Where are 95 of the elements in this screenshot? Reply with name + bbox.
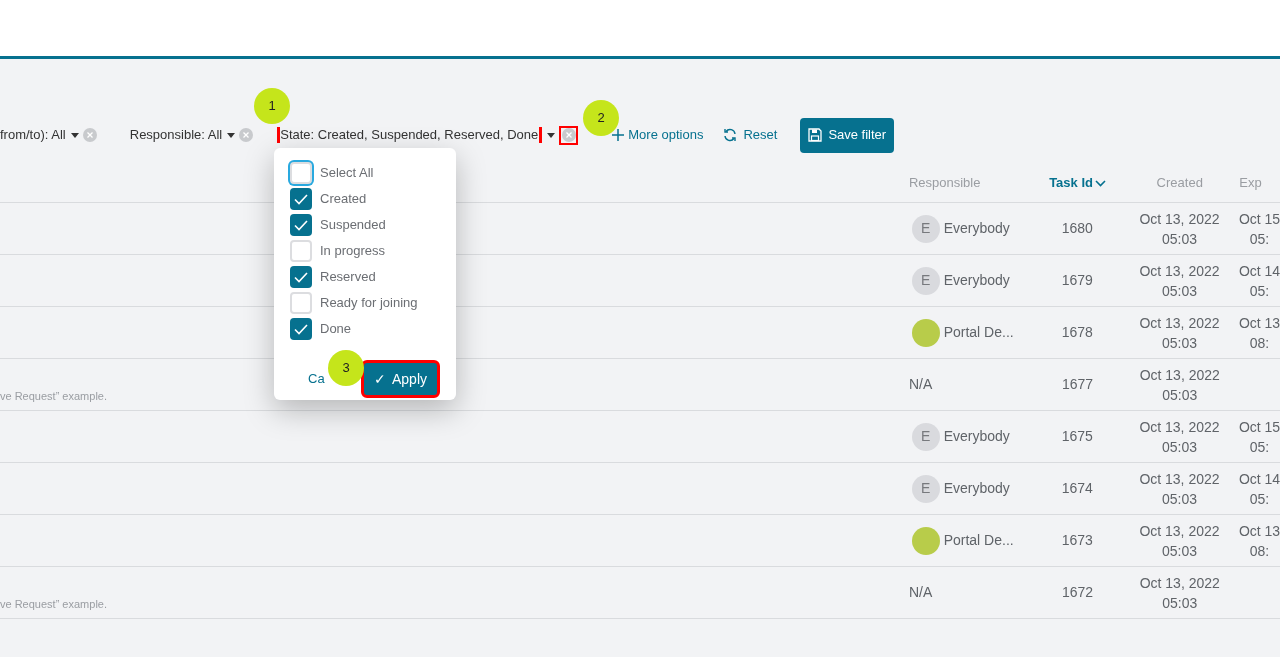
task-id: 1675	[1061, 428, 1093, 444]
created-date: 05:03	[1161, 541, 1197, 561]
expiry-date: 05:	[1249, 437, 1270, 457]
photo-placeholder	[911, 318, 940, 347]
checkbox-label: Suspended	[320, 216, 386, 235]
expiry-date: Oct 13	[1238, 313, 1280, 333]
column-header[interactable]: Task Id	[1049, 173, 1106, 193]
avatar-initial: E	[911, 422, 940, 451]
task-id: 1673	[1061, 532, 1093, 548]
responsible-name: Everybody	[943, 427, 1010, 446]
step-badge: 2	[583, 100, 619, 136]
avatar-initial: E	[911, 214, 940, 243]
expiry-date: Oct 15	[1238, 417, 1280, 437]
plus-icon	[612, 129, 625, 141]
checkbox-label: Ready for joining	[320, 294, 418, 313]
filter-dropdown[interactable]: Responsible: All	[129, 125, 223, 145]
task-id: 1674	[1061, 480, 1093, 496]
responsible-name: Portal De...	[943, 531, 1014, 550]
checkbox-option[interactable]: In progress	[290, 238, 440, 264]
checkbox-label: Select All	[320, 164, 374, 183]
responsible-name: Everybody	[943, 479, 1010, 498]
refresh-icon	[723, 128, 738, 142]
checkbox-option[interactable]: Select All	[290, 160, 440, 186]
checkbox-label: Created	[320, 190, 367, 209]
clear-icon[interactable]	[559, 125, 579, 145]
filter-dropdown[interactable]: from/to): All	[0, 125, 66, 145]
checkbox-label: Reserved	[320, 268, 376, 287]
created-date: Oct 13, 2022	[1139, 573, 1220, 593]
expiry-date: Oct 14	[1238, 469, 1280, 489]
responsible-name: Portal De...	[943, 323, 1014, 342]
checkbox-label: In progress	[320, 242, 386, 261]
task-id: 1672	[1061, 584, 1094, 600]
expiry-date: 08:	[1249, 541, 1270, 561]
created-date: 05:03	[1162, 385, 1198, 405]
step-badge: 1	[254, 88, 290, 124]
checkmark-icon	[294, 271, 308, 283]
checkbox[interactable]	[290, 266, 312, 288]
created-date: Oct 13, 2022	[1139, 469, 1220, 489]
checkbox-option[interactable]: Created	[290, 186, 440, 212]
created-date: Oct 13, 2022	[1139, 313, 1220, 333]
expiry-date: Oct 15	[1238, 209, 1280, 229]
apply-button[interactable]: ✓ Apply	[360, 360, 440, 398]
checkmark-icon	[294, 193, 308, 205]
expiry-date: 08:	[1249, 333, 1270, 353]
checkbox[interactable]	[290, 162, 312, 184]
created-date: Oct 13, 2022	[1139, 261, 1220, 281]
responsible-name: N/A	[908, 583, 933, 602]
checkbox-option[interactable]: Ready for joining	[290, 290, 440, 316]
checkbox[interactable]	[290, 188, 312, 210]
created-date: 05:03	[1162, 593, 1198, 613]
expiry-date: 05:	[1249, 229, 1270, 249]
caret-icon	[227, 132, 236, 138]
filter-dropdown[interactable]: State: Created, Suspended, Reserved, Done	[280, 125, 539, 145]
caret-icon	[547, 132, 556, 138]
expiry-date: Oct 13	[1238, 521, 1280, 541]
created-date: Oct 13, 2022	[1139, 521, 1220, 541]
chevron-down-icon	[1094, 179, 1106, 187]
avatar-initial: E	[911, 266, 940, 295]
checkbox-option[interactable]: Reserved	[290, 264, 440, 290]
photo-placeholder	[911, 526, 940, 555]
cancel-link[interactable]: Ca	[308, 369, 325, 389]
checkbox[interactable]	[290, 240, 312, 262]
row-description: ve Request” example.	[0, 390, 107, 402]
checkmark-icon	[294, 323, 308, 335]
checkbox[interactable]	[290, 292, 312, 314]
caret-icon	[70, 132, 79, 138]
created-date: Oct 13, 2022	[1139, 365, 1220, 385]
checkbox[interactable]	[290, 214, 312, 236]
expiry-date: 05:	[1249, 281, 1270, 301]
responsible-name: N/A	[908, 375, 933, 394]
expiry-date: 05:	[1249, 489, 1270, 509]
responsible-name: Everybody	[943, 271, 1010, 290]
task-id: 1679	[1061, 272, 1093, 288]
checkbox-label: Done	[320, 320, 352, 339]
task-id: 1680	[1061, 220, 1093, 236]
created-date: 05:03	[1161, 281, 1197, 301]
checkmark-icon	[294, 219, 308, 231]
task-id: 1677	[1061, 376, 1094, 392]
save-filter-button[interactable]: Save filter	[800, 117, 895, 153]
reset-link[interactable]: Reset	[723, 125, 778, 145]
task-id: 1678	[1061, 324, 1093, 340]
row-description: ve Request” example.	[0, 598, 107, 610]
checkbox-option[interactable]: Suspended	[290, 212, 440, 238]
responsible-name: Everybody	[943, 219, 1010, 238]
created-date: 05:03	[1161, 437, 1197, 457]
created-date: Oct 13, 2022	[1139, 417, 1220, 437]
checkbox-option[interactable]: Done	[290, 316, 440, 342]
expiry-date: Oct 14	[1238, 261, 1280, 281]
created-date: 05:03	[1161, 229, 1197, 249]
created-date: 05:03	[1161, 489, 1197, 509]
avatar-initial: E	[911, 474, 940, 503]
created-date: Oct 13, 2022	[1139, 209, 1220, 229]
checkbox[interactable]	[290, 318, 312, 340]
highlight-marker	[539, 127, 543, 143]
created-date: 05:03	[1161, 333, 1197, 353]
